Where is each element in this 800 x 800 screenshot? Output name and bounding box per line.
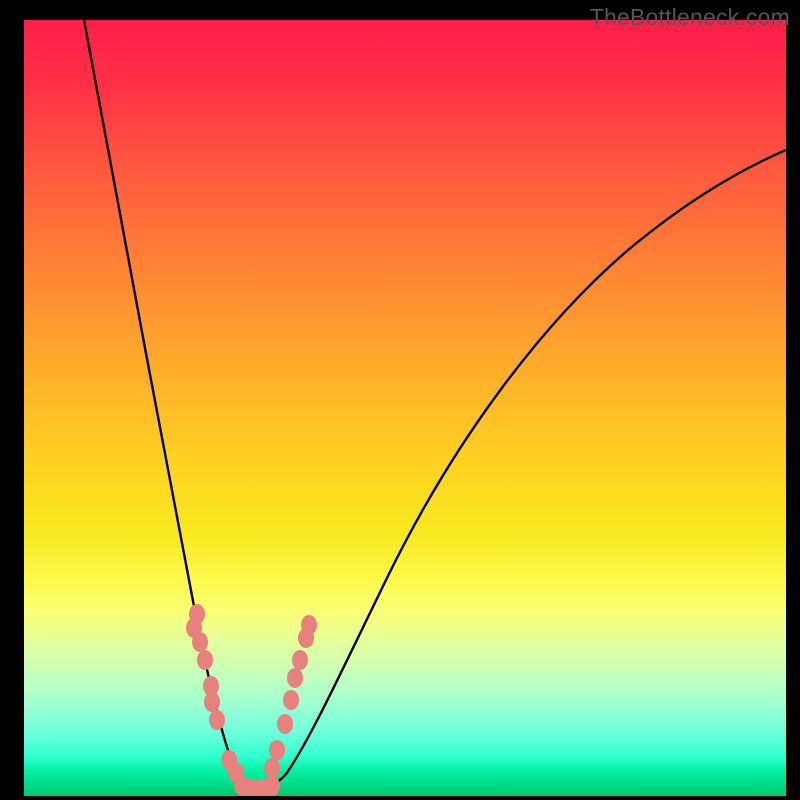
data-point-marker [277, 714, 293, 734]
data-point-marker [204, 692, 220, 712]
markers-right [264, 615, 317, 778]
markers-bottom [234, 776, 280, 796]
data-point-marker [301, 615, 317, 635]
watermark-text: TheBottleneck.com [590, 4, 790, 31]
data-point-marker [228, 763, 244, 783]
gradient-plot-area [24, 20, 786, 796]
data-point-marker [254, 779, 270, 796]
data-point-marker [192, 632, 208, 652]
data-point-marker [287, 668, 303, 688]
data-point-marker [283, 690, 299, 710]
data-point-marker [189, 604, 205, 624]
data-point-marker [203, 676, 219, 696]
data-point-marker [209, 710, 225, 730]
data-point-marker [234, 776, 250, 796]
data-point-marker [269, 740, 285, 760]
data-point-marker [292, 650, 308, 670]
data-point-marker [298, 628, 314, 648]
left-curve [84, 20, 256, 789]
data-point-marker [264, 776, 280, 796]
plot-svg [24, 20, 786, 796]
data-point-marker [221, 750, 237, 770]
data-point-marker [197, 650, 213, 670]
data-point-marker [186, 618, 202, 638]
markers-left [186, 604, 244, 783]
right-curve [256, 150, 786, 789]
data-point-marker [264, 758, 280, 778]
data-point-marker [244, 779, 260, 796]
